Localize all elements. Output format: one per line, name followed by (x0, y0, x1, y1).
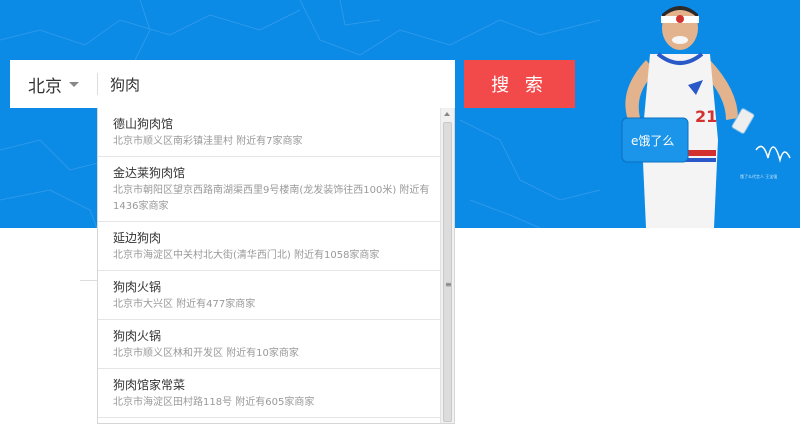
suggestion-address: 北京市顺义区南彩镇洼里村 附近有7家商家 (113, 136, 303, 147)
suggestion-address: 北京市海淀区田村路118号 附近有605家商家 (113, 397, 315, 408)
city-selector[interactable]: 北京 (10, 60, 97, 108)
suggestion-address: 北京市大兴区 附近有477家商家 (113, 299, 256, 310)
suggestion-name: 狗肉馆家常菜 (113, 378, 186, 392)
suggestion-item[interactable]: 狗肉火锅 北京市顺义区林和开发区 附近有10家商家 (98, 320, 441, 369)
search-button[interactable]: 搜 索 (464, 60, 575, 108)
suggestion-item[interactable]: 狗肉馆家常菜 北京市海淀区田村路118号 附近有605家商家 (98, 369, 441, 418)
suggestion-address: 北京市顺义区林和开发区 附近有10家商家 (113, 348, 299, 359)
suggestion-name: 金达莱狗肉馆 (113, 166, 186, 180)
city-label: 北京 (28, 76, 62, 97)
suggestion-name: 德山狗肉馆 (113, 117, 174, 131)
suggestion-item[interactable]: 狗肉火锅 北京市大兴区 附近有477家商家 (98, 271, 441, 320)
scrollbar-thumb[interactable]: ≡ (443, 122, 452, 422)
signature-icon (755, 145, 791, 163)
caret-down-icon (69, 81, 79, 87)
search-bar: 北京 (10, 60, 455, 108)
suggestion-item[interactable]: 延边狗肉 北京市海淀区中关村北大街(清华西门北) 附近有1058家商家 (98, 222, 441, 271)
scroll-up-arrow-icon[interactable] (444, 112, 450, 116)
divider (97, 73, 98, 95)
suggestion-item[interactable]: 金达莱狗肉馆 北京市朝阳区望京西路南湖渠西里9号楼南(龙发装饰往西100米) 附… (98, 157, 441, 222)
search-input[interactable] (110, 60, 450, 108)
divider (80, 280, 97, 281)
bag-logo: e饿了么 (631, 134, 674, 148)
suggestion-name: 延边狗肉 (113, 231, 162, 245)
suggestion-name: 狗肉火锅 (113, 329, 162, 343)
suggestion-dropdown: 德山狗肉馆 北京市顺义区南彩镇洼里村 附近有7家商家 金达莱狗肉馆 北京市朝阳区… (97, 108, 455, 424)
signature-caption: 饿了么代言人 王宝强 (740, 173, 777, 179)
suggestion-address: 北京市海淀区中关村北大街(清华西门北) 附近有1058家商家 (113, 250, 380, 261)
jersey-number: 21 (695, 107, 717, 126)
grip-icon: ≡ (445, 280, 452, 289)
suggestion-item[interactable]: 德山狗肉馆 北京市顺义区南彩镇洼里村 附近有7家商家 (98, 108, 441, 157)
suggestion-address: 北京市朝阳区望京西路南湖渠西里9号楼南(龙发装饰往西100米) 附近有1436家… (113, 185, 430, 212)
scrollbar[interactable]: ≡ (440, 108, 454, 423)
suggestion-name: 狗肉火锅 (113, 280, 162, 294)
promo-spokesperson: 21 e饿了么 饿了么代言人 王宝强 (598, 0, 800, 228)
suggestion-list: 德山狗肉馆 北京市顺义区南彩镇洼里村 附近有7家商家 金达莱狗肉馆 北京市朝阳区… (98, 108, 441, 418)
